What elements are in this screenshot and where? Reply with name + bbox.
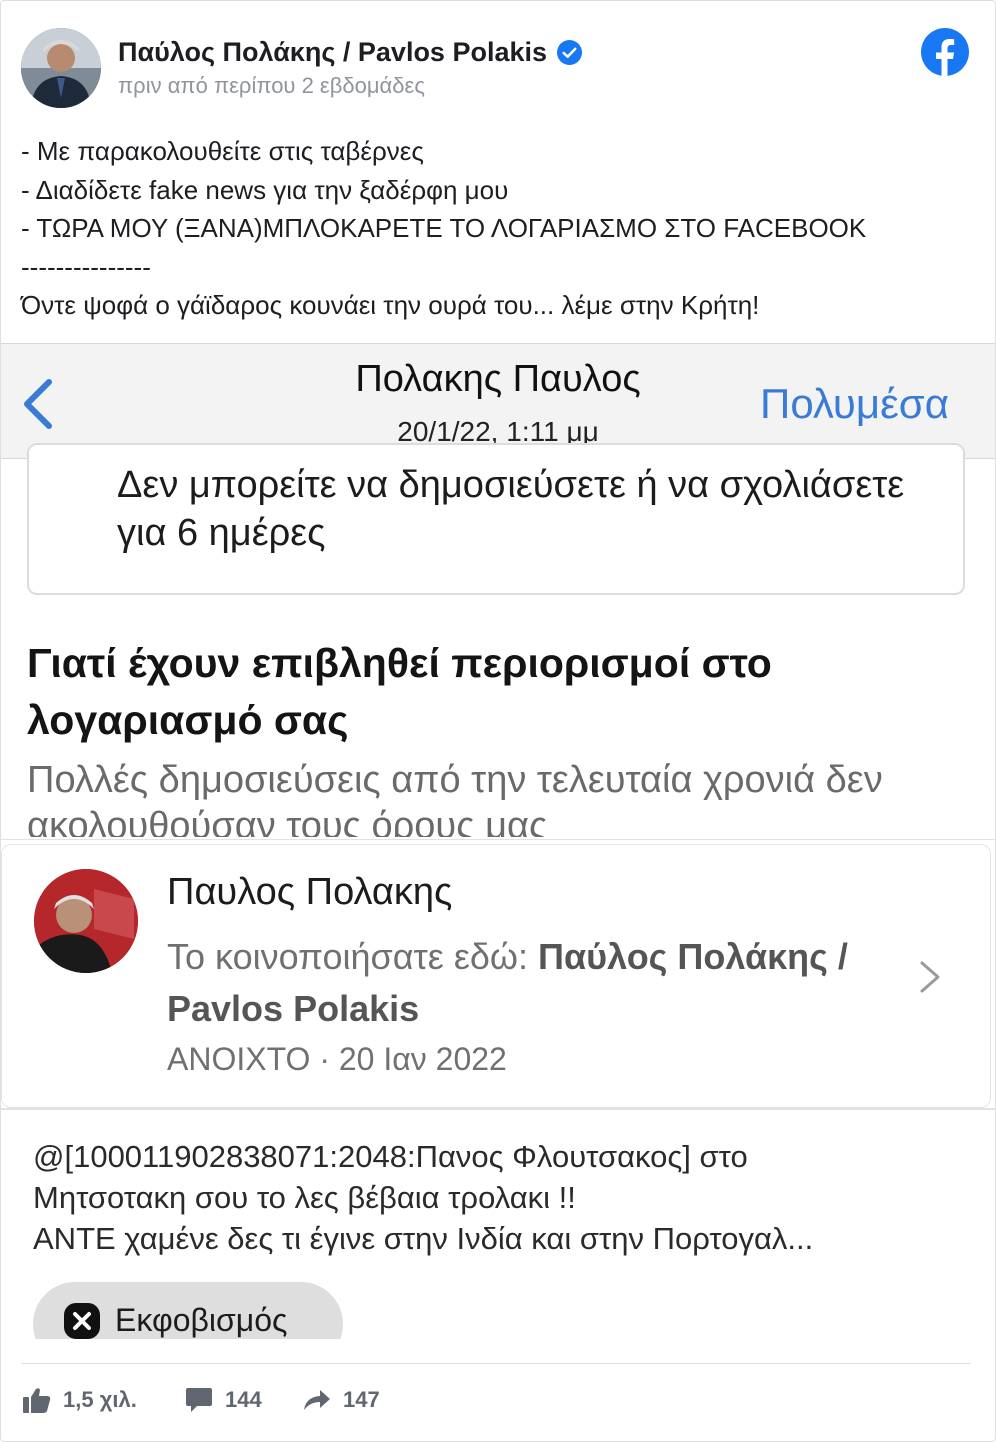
- author-name-text[interactable]: Παύλος Πολάκης / Pavlos Polakis: [118, 37, 547, 68]
- post-line: - ΤΩΡΑ ΜΟΥ (ΞΑΝΑ)ΜΠΛΟΚΑΡΕΤΕ ΤΟ ΛΟΓΑΡΙΑΣΜ…: [21, 213, 867, 243]
- comments-stat[interactable]: 144: [185, 1387, 262, 1413]
- restriction-notice-text: Δεν μπορείτε να δημοσιεύσετε ή να σχολιά…: [117, 464, 905, 554]
- restriction-notice-box: Δεν μπορείτε να δημοσιεύσετε ή να σχολιά…: [27, 443, 965, 595]
- comment-bubble-icon: [186, 1388, 212, 1412]
- share-arrow-icon: [304, 1390, 330, 1410]
- post-line: Όντε ψοφά ο γάϊδαρος κουνάει την ουρά το…: [21, 290, 760, 320]
- shares-stat[interactable]: 147: [303, 1387, 380, 1413]
- verified-badge-icon: [557, 40, 583, 65]
- reported-comment: @[100011902838071:2048:Πανος Φλουτσακος]…: [33, 1136, 973, 1259]
- author-name[interactable]: Παύλος Πολάκης / Pavlos Polakis: [118, 37, 583, 68]
- facebook-post-card: Παύλος Πολάκης / Pavlos Polakis πριν από…: [0, 0, 996, 1442]
- shared-status: ΑΝΟΙΧΤΟ · 20 Ιαν 2022: [167, 1041, 507, 1077]
- shared-avatar: [34, 869, 138, 973]
- restriction-reason-heading: Γιατί έχουν επιβληθεί περιορισμοί στο λο…: [27, 640, 772, 743]
- close-x-icon: [64, 1303, 100, 1339]
- attached-screenshot[interactable]: Πολακης Παυλος 20/1/22, 1:11 μμ Πολυμέσα…: [1, 343, 995, 1339]
- comments-count: 144: [225, 1387, 262, 1412]
- restriction-reason-text: Πολλές δημοσιεύσεις από την τελευταία χρ…: [27, 759, 883, 837]
- post-timestamp[interactable]: πριν από περίπου 2 εβδομάδες: [118, 73, 425, 99]
- facebook-logo-icon[interactable]: [921, 28, 969, 76]
- violation-tag-label: Εκφοβισμός: [115, 1302, 288, 1338]
- shared-location-prefix: Το κοινοποιήσατε εδώ:: [167, 936, 539, 977]
- post-text: - Με παρακολουθείτε στις ταβέρνες - Διαδ…: [21, 132, 981, 325]
- comment-line: Μητσοτακη σου το λες βέβαια τρολακι !!: [33, 1180, 576, 1215]
- shared-post-panel: Παυλος Πολακης Το κοινοποιήσατε εδώ: Παύ…: [1, 839, 995, 1339]
- post-line: ---------------: [21, 251, 151, 282]
- divider: [1, 1108, 995, 1110]
- post-line: - Διαδίδετε fake news για την ξαδέρφη μο…: [21, 174, 509, 205]
- media-button[interactable]: Πολυμέσα: [760, 380, 949, 428]
- author-avatar[interactable]: [21, 28, 101, 108]
- shared-location: Το κοινοποιήσατε εδώ: Παύλος Πολάκης / P…: [167, 931, 887, 1035]
- likes-count: 1,5 χιλ.: [63, 1387, 137, 1412]
- comment-line: @[100011902838071:2048:Πανος Φλουτσακος]…: [33, 1139, 748, 1174]
- footer-divider: [21, 1363, 971, 1364]
- likes-stat[interactable]: 1,5 χιλ.: [23, 1387, 137, 1413]
- chevron-right-icon[interactable]: [917, 957, 943, 997]
- shared-author-name: Παυλος Πολακης: [167, 871, 453, 913]
- like-thumb-icon: [23, 1388, 51, 1413]
- ios-nav-bar: Πολακης Παυλος 20/1/22, 1:11 μμ Πολυμέσα: [1, 343, 995, 459]
- comment-line: ΑΝΤΕ χαμένε δες τι έγινε στην Ινδία και …: [33, 1221, 814, 1256]
- post-line: - Με παρακολουθείτε στις ταβέρνες: [21, 136, 424, 166]
- shared-post-row[interactable]: Παυλος Πολακης Το κοινοποιήσατε εδώ: Παύ…: [1, 844, 991, 1108]
- shares-count: 147: [343, 1387, 380, 1412]
- violation-tag[interactable]: Εκφοβισμός: [33, 1282, 343, 1339]
